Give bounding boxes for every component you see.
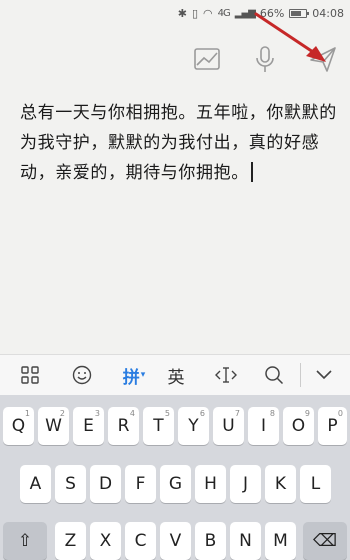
annotation-arrow [254,12,326,62]
key-i[interactable]: I8 [248,407,279,445]
network-type: 4G [217,7,231,19]
note-editor[interactable]: 总有一天与你相拥抱。五年啦，你默默的为我守护，默默的为我付出，真的好感动，亲爱的… [20,98,338,188]
shift-key[interactable]: ⇧ [3,522,47,560]
key-a[interactable]: A [20,465,51,503]
key-f[interactable]: F [125,465,156,503]
ime-toolbar: 拼 ▾ 英 [0,354,350,396]
keyboard: Q1 W2 E3 R4 T5 Y6 U7 I8 O9 P0 A S D F G … [0,395,350,560]
emoji-icon[interactable] [68,355,96,395]
english-label: 英 [167,367,185,388]
key-p[interactable]: P0 [318,407,347,445]
key-l[interactable]: L [300,465,331,503]
image-icon[interactable] [192,44,222,74]
grid-icon[interactable] [16,355,44,395]
english-mode-button[interactable]: 英 [162,355,190,395]
wifi-icon: ◠ [203,6,213,20]
key-s[interactable]: S [55,465,86,503]
key-n[interactable]: N [230,522,261,560]
search-icon[interactable] [260,355,288,395]
key-x[interactable]: X [90,522,121,560]
key-r[interactable]: R4 [108,407,139,445]
collapse-keyboard-icon[interactable] [310,355,338,395]
bluetooth-icon: ✱ [177,6,187,20]
key-h[interactable]: H [195,465,226,503]
key-t[interactable]: T5 [143,407,174,445]
key-b[interactable]: B [195,522,226,560]
backspace-icon: ⌫ [312,531,338,551]
key-w[interactable]: W2 [38,407,69,445]
text-cursor [250,162,253,182]
key-m[interactable]: M [265,522,296,560]
cursor-move-icon[interactable] [210,355,242,395]
divider [300,363,301,387]
key-d[interactable]: D [90,465,121,503]
backspace-key[interactable]: ⌫ [303,522,347,560]
key-y[interactable]: Y6 [178,407,209,445]
pinyin-label: 拼 [122,367,140,388]
signal-icon: ▂▄▆ [234,7,256,19]
key-j[interactable]: J [230,465,261,503]
key-u[interactable]: U7 [213,407,244,445]
key-g[interactable]: G [160,465,191,503]
pinyin-mode-button[interactable]: 拼 ▾ [116,355,152,395]
key-q[interactable]: Q1 [3,407,34,445]
key-z[interactable]: Z [55,522,86,560]
note-text: 总有一天与你相拥抱。五年啦，你默默的为我守护，默默的为我付出，真的好感动，亲爱的… [20,103,337,183]
key-e[interactable]: E3 [73,407,104,445]
key-v[interactable]: V [160,522,191,560]
key-k[interactable]: K [265,465,296,503]
vibrate-icon: ▯ [191,6,199,20]
chevron-down-icon: ▾ [140,370,146,380]
key-c[interactable]: C [125,522,156,560]
key-o[interactable]: O9 [283,407,314,445]
shift-icon: ⇧ [17,531,33,551]
